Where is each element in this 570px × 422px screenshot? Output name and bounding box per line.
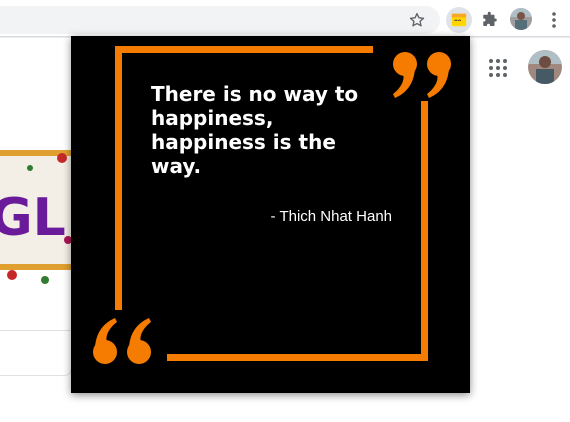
quote-popup: There is no way to happiness, happiness … xyxy=(71,36,470,393)
frame-right-border xyxy=(421,101,428,361)
frame-bottom-border xyxy=(167,354,428,361)
search-box-edge[interactable] xyxy=(0,330,72,376)
quote-extension-icon[interactable] xyxy=(446,7,472,33)
apps-grid-icon[interactable] xyxy=(486,56,510,80)
frame-left-border xyxy=(115,46,122,310)
google-doodle[interactable]: GL xyxy=(0,140,80,290)
quote-author: - Thich Nhat Hanh xyxy=(270,208,392,225)
quote-text: There is no way to happiness, happiness … xyxy=(151,82,359,178)
puzzle-extensions-icon[interactable] xyxy=(478,8,502,32)
browser-toolbar xyxy=(0,0,570,37)
address-bar[interactable] xyxy=(0,6,440,34)
svg-text:GL: GL xyxy=(0,188,66,248)
profile-avatar[interactable] xyxy=(510,8,532,30)
closing-quote-mark-icon xyxy=(393,52,451,98)
opening-quote-mark-icon xyxy=(93,318,151,364)
account-avatar[interactable] xyxy=(528,50,562,84)
bookmark-star-icon[interactable] xyxy=(405,8,429,32)
frame-top-border xyxy=(115,46,373,53)
more-menu-icon[interactable] xyxy=(544,8,564,32)
